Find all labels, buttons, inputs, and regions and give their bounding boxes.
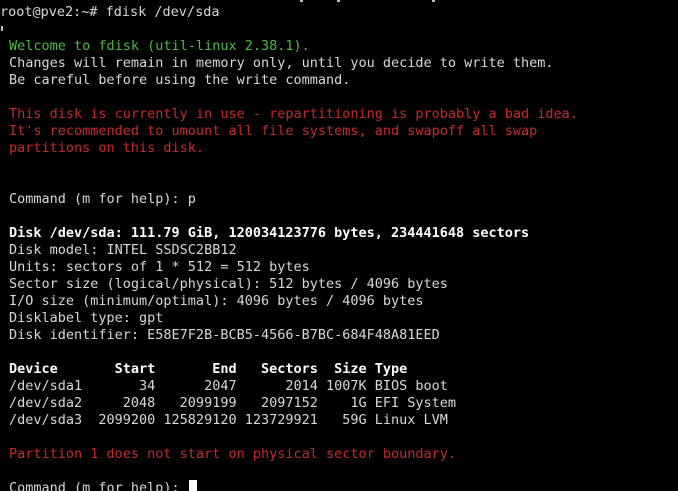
- scrollback-fragment: [432, 0, 435, 2]
- scrollback-fragment: [300, 0, 303, 2]
- sector-boundary-warning: Partition 1 does not start on physical s…: [9, 446, 457, 462]
- io-size: I/O size (minimum/optimal): 4096 bytes /…: [9, 293, 424, 309]
- careful-note: Be careful before using the write comman…: [9, 72, 351, 88]
- terminal-window[interactable]: root@pve2:~# fdisk /dev/sda Welcome to f…: [0, 0, 678, 491]
- text-cursor: [188, 480, 197, 491]
- disk-identifier: Disk identifier: E58E7F2B-BCB5-4566-B7BC…: [9, 327, 440, 343]
- disk-units: Units: sectors of 1 * 512 = 512 bytes: [9, 259, 310, 275]
- command-prompt: Command (m for help):: [9, 480, 188, 491]
- command-print: Command (m for help): p: [9, 191, 196, 207]
- partition-row-sda2: /dev/sda2 2048 2099199 2097152 1G EFI Sy…: [9, 395, 457, 411]
- shell-prompt-command: root@pve2:~# fdisk /dev/sda: [0, 4, 220, 20]
- sector-size: Sector size (logical/physical): 512 byte…: [9, 276, 448, 292]
- disk-in-use-warning: This disk is currently in use - repartit…: [9, 106, 578, 122]
- disklabel-type: Disklabel type: gpt: [9, 310, 164, 326]
- scrollback-fragment: [1, 26, 3, 31]
- partitions-warning: partitions on this disk.: [9, 140, 205, 156]
- disk-model: Disk model: INTEL SSDSC2BB12: [9, 242, 237, 258]
- partition-table-header: Device Start End Sectors Size Type: [9, 361, 408, 377]
- disk-summary: Disk /dev/sda: 111.79 GiB, 120034123776 …: [9, 225, 530, 241]
- command-input-line[interactable]: Command (m for help):: [9, 480, 197, 491]
- partition-row-sda3: /dev/sda3 2099200 125829120 123729921 59…: [9, 412, 448, 428]
- partition-row-sda1: /dev/sda1 34 2047 2014 1007K BIOS boot: [9, 378, 448, 394]
- scrollback-fragment: [337, 0, 340, 2]
- changes-note: Changes will remain in memory only, unti…: [9, 55, 554, 71]
- umount-warning: It's recommended to umount all file syst…: [9, 123, 538, 139]
- fdisk-welcome: Welcome to fdisk (util-linux 2.38.1).: [9, 38, 310, 54]
